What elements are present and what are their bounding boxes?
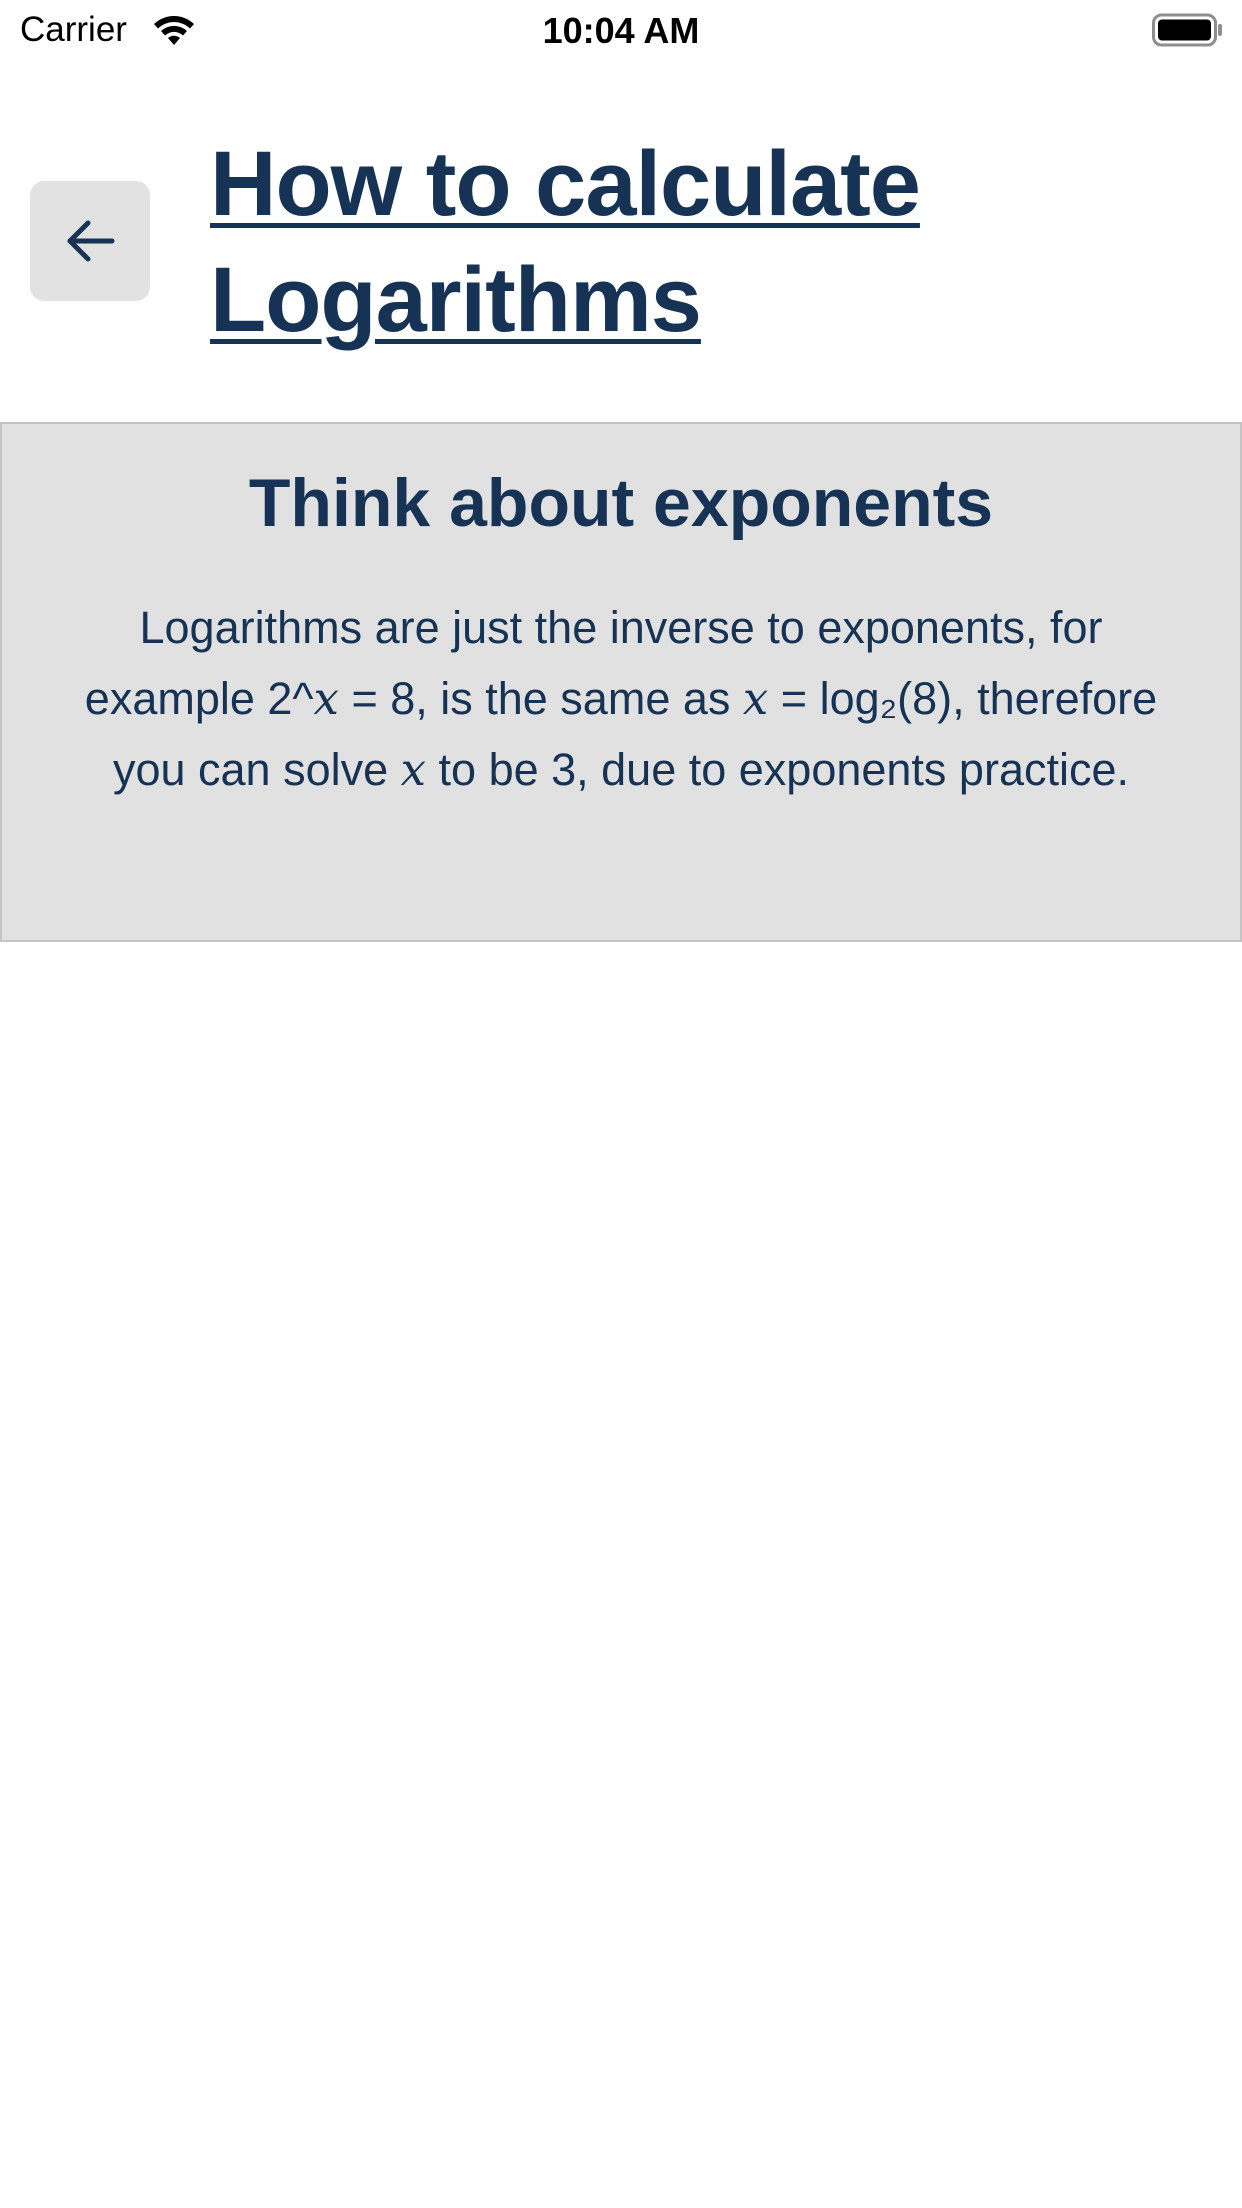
app-screen: Carrier 10:04 AM How to calculate Logari… bbox=[0, 0, 1242, 2208]
arrow-left-icon bbox=[67, 220, 115, 262]
math-variable: x bbox=[742, 672, 769, 725]
card-title: Think about exponents bbox=[248, 465, 994, 541]
card-body-text: = 8, is the same as bbox=[338, 673, 743, 724]
card-body-text: to be 3, due to exponents practice. bbox=[426, 744, 1130, 795]
math-variable: x bbox=[313, 672, 339, 725]
clock: 10:04 AM bbox=[542, 10, 700, 51]
page-title: How to calculate Logarithms bbox=[210, 133, 921, 351]
card-body: Logarithms are just the inverse to expon… bbox=[52, 592, 1190, 805]
back-button[interactable] bbox=[30, 181, 150, 301]
status-bar: Carrier 10:04 AM bbox=[0, 0, 1242, 60]
tip-card: Think about exponents Logarithms are jus… bbox=[0, 422, 1242, 942]
math-variable: x bbox=[400, 743, 427, 796]
battery-icon bbox=[1152, 12, 1224, 48]
